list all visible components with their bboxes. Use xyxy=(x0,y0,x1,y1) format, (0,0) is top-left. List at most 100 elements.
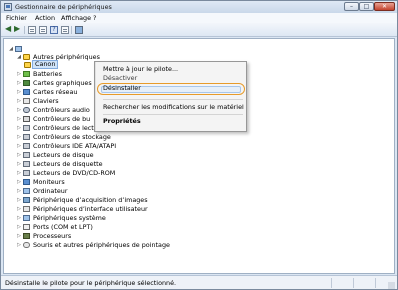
expand-icon[interactable]: ▷ xyxy=(16,79,22,87)
device-manager-app-icon xyxy=(4,3,12,11)
tree-item-label: Processeurs xyxy=(33,232,72,240)
expand-icon[interactable]: ▷ xyxy=(16,241,22,249)
warning-device-icon xyxy=(24,62,31,68)
expand-icon[interactable]: ▷ xyxy=(16,70,22,78)
expand-icon[interactable]: ▷ xyxy=(16,214,22,222)
audio-controller-icon xyxy=(23,107,30,113)
expand-icon[interactable]: ▷ xyxy=(16,169,22,177)
expand-icon[interactable]: ▷ xyxy=(16,133,22,141)
graphics-card-icon xyxy=(23,80,30,86)
tree-item-label: Lecteurs de disquette xyxy=(33,160,103,168)
menu-help[interactable]: ? xyxy=(93,14,96,22)
tree-item-label: Cartes graphiques xyxy=(33,79,92,87)
menu-item-uninstall[interactable]: Désinstaller xyxy=(103,84,141,93)
expand-icon[interactable]: ▷ xyxy=(16,178,22,186)
expand-icon[interactable]: ▷ xyxy=(16,115,22,123)
mouse-icon xyxy=(23,242,30,248)
help-icon[interactable]: ? xyxy=(50,26,58,34)
menu-action[interactable]: Action xyxy=(35,14,55,22)
toolbar-separator xyxy=(71,26,72,34)
collapse-icon[interactable]: ◢ xyxy=(8,45,14,53)
tree-item-label: Moniteurs xyxy=(33,178,65,186)
title-bar[interactable]: Gestionnaire de périphériques – □ ✕ xyxy=(1,1,397,13)
device-manager-window: Gestionnaire de périphériques – □ ✕ Fich… xyxy=(0,0,398,290)
scan-hardware-icon[interactable] xyxy=(61,26,69,34)
ide-controller-icon xyxy=(23,143,30,149)
network-card-icon xyxy=(23,89,30,95)
menu-item-disable[interactable]: Désactiver xyxy=(103,74,137,83)
menu-fichier[interactable]: Fichier xyxy=(6,14,27,22)
floppy-controller-icon xyxy=(23,125,30,131)
floppy-drive-icon xyxy=(23,161,30,167)
expand-icon[interactable]: ▷ xyxy=(16,205,22,213)
maximize-button[interactable]: □ xyxy=(359,2,374,11)
expand-icon[interactable]: ▷ xyxy=(16,187,22,195)
menu-item-update-driver[interactable]: Mettre à jour le pilote... xyxy=(103,65,178,74)
menu-affichage[interactable]: Affichage xyxy=(61,14,91,22)
tree-item-label: Cartes réseau xyxy=(33,88,78,96)
forward-arrow-icon[interactable]: ▶ xyxy=(14,25,22,33)
port-icon xyxy=(23,224,30,230)
tree-item-label: Lecteurs de DVD/CD-ROM xyxy=(33,169,116,177)
menu-separator xyxy=(103,114,243,115)
hid-icon xyxy=(23,206,30,212)
window-title: Gestionnaire de périphériques xyxy=(15,3,112,11)
expand-icon[interactable]: ▷ xyxy=(16,232,22,240)
tree-item-label: Périphérique d’acquisition d’images xyxy=(33,196,148,204)
tree-item-label: Contrôleurs de stockage xyxy=(33,133,111,141)
expand-icon[interactable]: ▷ xyxy=(16,124,22,132)
storage-controller-icon xyxy=(23,134,30,140)
monitor-icon xyxy=(23,179,30,185)
status-divider xyxy=(353,278,354,288)
menu-bar: Fichier Action Affichage ? xyxy=(1,13,397,23)
battery-icon xyxy=(23,71,30,77)
collapse-icon[interactable]: ◢ xyxy=(16,53,22,61)
warning-folder-icon xyxy=(23,54,30,60)
expand-icon[interactable]: ▷ xyxy=(16,196,22,204)
update-driver-icon[interactable] xyxy=(39,26,47,34)
menu-separator xyxy=(103,99,243,100)
minimize-button[interactable]: – xyxy=(344,2,359,11)
usb-controller-icon xyxy=(23,116,30,122)
properties-icon[interactable] xyxy=(28,26,36,34)
tree-item-label: Ordinateur xyxy=(33,187,68,195)
tree-item-label: Claviers xyxy=(33,97,59,105)
disk-drive-icon xyxy=(23,152,30,158)
dvd-drive-icon xyxy=(23,170,30,176)
expand-icon[interactable]: ▷ xyxy=(16,106,22,114)
monitor-icon[interactable] xyxy=(75,26,83,34)
expand-icon[interactable]: ▷ xyxy=(16,223,22,231)
tree-item-label: Contrôleurs de bu xyxy=(33,115,91,123)
tree-item-label: Ports (COM et LPT) xyxy=(33,223,93,231)
status-text: Désinstalle le pilote pour le périphériq… xyxy=(5,279,177,287)
resize-grip-icon[interactable] xyxy=(388,282,395,289)
context-menu: Mettre à jour le pilote... Désactiver Dé… xyxy=(94,61,247,132)
keyboard-icon xyxy=(23,98,30,104)
close-button[interactable]: ✕ xyxy=(374,2,395,11)
back-arrow-icon[interactable]: ◀ xyxy=(5,25,13,33)
system-device-icon xyxy=(23,215,30,221)
tree-item-label: Contrôleurs IDE ATA/ATAPI xyxy=(33,142,117,150)
processor-icon xyxy=(23,233,30,239)
menu-item-scan-hardware[interactable]: Rechercher les modifications sur le maté… xyxy=(103,103,244,112)
tree-item-label: Batteries xyxy=(33,70,62,78)
toolbar-separator xyxy=(24,26,25,34)
expand-icon[interactable]: ▷ xyxy=(16,97,22,105)
status-divider xyxy=(331,278,332,288)
expand-icon[interactable]: ▷ xyxy=(16,151,22,159)
expand-icon[interactable]: ▷ xyxy=(16,160,22,168)
status-bar: Désinstalle le pilote pour le périphériq… xyxy=(1,275,397,289)
tree-item-label-selected: Canon xyxy=(32,60,59,69)
computer-icon xyxy=(15,46,22,52)
tree-item-label: Périphériques système xyxy=(33,214,106,222)
status-divider xyxy=(375,278,376,288)
menu-item-properties[interactable]: Propriétés xyxy=(103,117,141,126)
tree-item-label: Souris et autres périphériques de pointa… xyxy=(33,241,170,249)
expand-icon[interactable]: ▷ xyxy=(16,142,22,150)
expand-icon[interactable]: ▷ xyxy=(16,88,22,96)
computer-icon xyxy=(23,188,30,194)
tree-item-label: Lecteurs de disque xyxy=(33,151,94,159)
context-menu-gutter xyxy=(95,62,96,131)
imaging-device-icon xyxy=(23,197,30,203)
tree-item-label: Périphériques d’interface utilisateur xyxy=(33,205,148,213)
